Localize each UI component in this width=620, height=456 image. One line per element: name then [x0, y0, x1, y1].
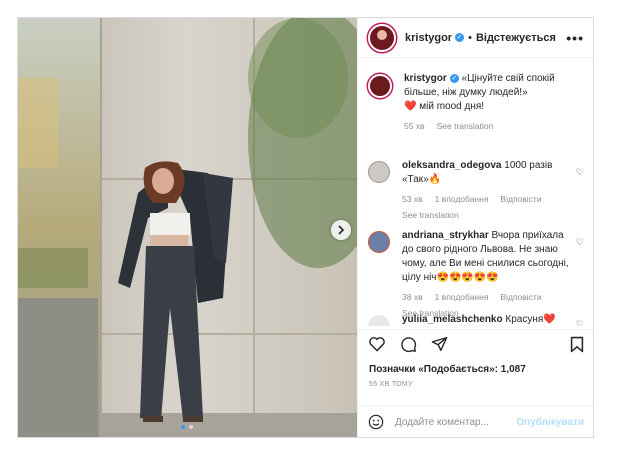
post-dialog: kristygor ✓ • Відстежується ••• kristygo…	[17, 17, 594, 438]
comment-time: 38 хв	[402, 292, 423, 302]
comment-item: andriana_strykhar Вчора приїхала до свог…	[358, 229, 594, 320]
comment-time: 53 хв	[402, 194, 423, 204]
post-time-ago: 55 ХВ ТОМУ	[369, 381, 413, 388]
follow-status-button[interactable]: Відстежується	[476, 32, 556, 44]
comment-input[interactable]: Додайте коментар...	[395, 417, 516, 428]
comment-username[interactable]: oleksandra_odegova	[402, 160, 501, 171]
caption-text-2: ❤️ мій mood дня!	[404, 101, 485, 112]
bookmark-icon[interactable]	[570, 336, 584, 353]
comment-username[interactable]: andriana_strykhar	[402, 230, 489, 241]
carousel-indicator	[181, 425, 193, 429]
see-translation-link[interactable]: See translation	[402, 208, 570, 222]
separator: •	[468, 31, 472, 44]
emoji-icon[interactable]	[368, 414, 384, 430]
comment-icon[interactable]	[400, 336, 417, 353]
avatar[interactable]	[368, 315, 390, 326]
carousel-dot	[181, 425, 185, 429]
next-photo-button[interactable]	[331, 220, 351, 240]
avatar[interactable]	[368, 74, 392, 98]
likes-count[interactable]: Позначки «Подобається»: 1,087	[369, 364, 526, 375]
comment-item: oleksandra_odegova 1000 разів «Так»🔥 53 …	[358, 159, 594, 222]
publish-button[interactable]: Опублікувати	[516, 417, 584, 428]
add-comment-bar: Додайте коментар... Опублікувати	[358, 405, 594, 438]
avatar[interactable]	[368, 161, 390, 183]
reply-link[interactable]: Відповісти	[500, 192, 541, 206]
avatar[interactable]	[368, 23, 396, 52]
comment-text: Красуня❤️	[505, 314, 556, 325]
post-actions	[358, 329, 594, 358]
see-translation-link[interactable]: See translation	[437, 119, 494, 133]
post-sidebar: kristygor ✓ • Відстежується ••• kristygo…	[357, 18, 594, 437]
heart-icon[interactable]	[368, 336, 386, 352]
carousel-dot	[189, 425, 193, 429]
caption-time: 55 хв	[404, 121, 425, 131]
like-comment-icon[interactable]: ♡	[576, 319, 584, 326]
avatar[interactable]	[368, 231, 390, 253]
caption: kristygor ✓ «Цінуйте свій спокій більше, …	[358, 72, 594, 133]
header-username[interactable]: kristygor	[405, 32, 452, 44]
reply-link[interactable]: Відповісти	[500, 290, 541, 304]
chevron-right-icon	[338, 225, 345, 235]
post-header: kristygor ✓ • Відстежується •••	[358, 18, 594, 58]
comment-item: yuliia_melashchenko Красуня❤️ ♡	[358, 313, 594, 326]
more-horizontal-icon[interactable]: •••	[566, 30, 584, 46]
verified-icon: ✓	[449, 74, 459, 83]
comments-list: kristygor ✓ «Цінуйте свій спокій більше, …	[358, 58, 594, 326]
share-icon[interactable]	[431, 336, 448, 352]
comment-likes[interactable]: 1 вподобання	[435, 290, 489, 304]
like-comment-icon[interactable]: ♡	[576, 237, 584, 248]
caption-username[interactable]: kristygor	[404, 73, 447, 84]
comment-username[interactable]: yuliia_melashchenko	[402, 314, 503, 325]
verified-icon: ✓	[455, 33, 465, 42]
like-comment-icon[interactable]: ♡	[576, 167, 584, 178]
comment-likes[interactable]: 1 вподобання	[435, 192, 489, 206]
photo-image	[18, 18, 357, 437]
post-photo[interactable]	[18, 18, 357, 437]
